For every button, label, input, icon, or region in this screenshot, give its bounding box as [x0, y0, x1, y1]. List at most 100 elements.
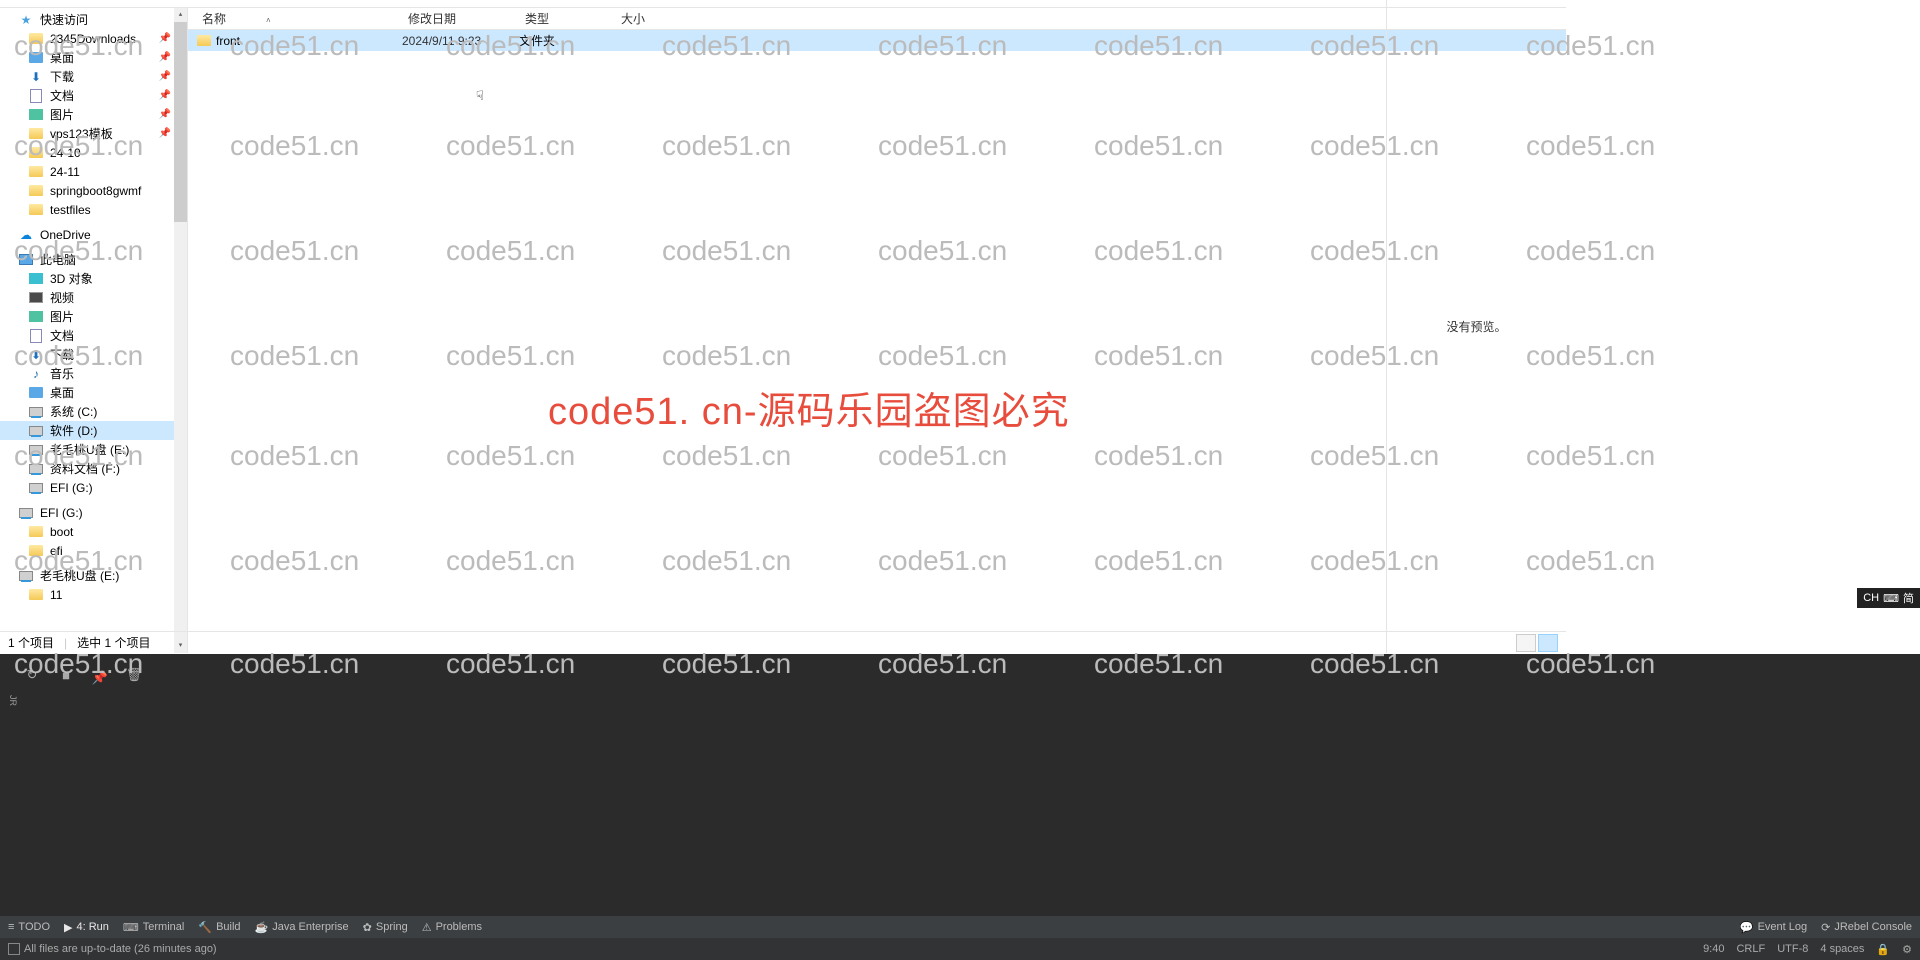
nav-item-label: 桌面	[50, 384, 74, 401]
nav-item-label: 图片	[50, 308, 74, 325]
ide-panel: JR Web ↻ ■ 📌 🗑 ≡ TODO ▶ 4: Run ⌨ Terminal 🔨…	[0, 654, 1920, 960]
ide-tab-Spring[interactable]: ✿ Spring	[363, 921, 408, 934]
ide-lock-icon[interactable]: 🔒	[1876, 943, 1890, 956]
col-type[interactable]: 类型	[519, 10, 615, 27]
nav-item-label: springboot8gwmf	[50, 184, 141, 198]
ide-tab-jrebel[interactable]: JR	[8, 695, 18, 706]
file-type: 文件夹	[519, 32, 615, 49]
nav-label: OneDrive	[40, 228, 91, 242]
ide-status-sep[interactable]: CRLF	[1736, 943, 1765, 955]
view-details-button[interactable]	[1516, 634, 1536, 652]
fld-icon	[28, 31, 44, 47]
desk-icon	[28, 385, 44, 401]
ide-tab-4-Run[interactable]: ▶ 4: Run	[64, 921, 109, 934]
nav-usb-drive[interactable]: 老毛桃U盘 (E:)	[0, 566, 187, 585]
nav-item-桌面[interactable]: 桌面📌	[0, 48, 187, 67]
nav-item-boot[interactable]: boot	[0, 522, 187, 541]
nav-item-efi[interactable]: efi	[0, 541, 187, 560]
nav-item-文档[interactable]: 文档📌	[0, 86, 187, 105]
ide-left-tabs: JR Web	[0, 660, 18, 740]
ime-mode-icon: ⌨	[1883, 592, 1899, 605]
scroll-up-button[interactable]: ▴	[174, 8, 187, 22]
nav-item-label: 3D 对象	[50, 270, 93, 287]
nav-quick-access[interactable]: ★ 快速访问	[0, 10, 187, 29]
nav-item-图片[interactable]: 图片	[0, 307, 187, 326]
nav-item-下载[interactable]: ⬇下载📌	[0, 67, 187, 86]
fld-icon	[28, 145, 44, 161]
nav-item-EFI (G:)[interactable]: EFI (G:)	[0, 478, 187, 497]
drv-icon	[28, 442, 44, 458]
doc-icon	[28, 328, 44, 344]
pic-icon	[28, 309, 44, 325]
nav-item-24-11[interactable]: 24-11	[0, 162, 187, 181]
nav-scrollbar[interactable]: ▴ ▾	[174, 8, 187, 653]
nav-item-资料文档 (F:)[interactable]: 资料文档 (F:)	[0, 459, 187, 478]
nav-item-系统 (C:)[interactable]: 系统 (C:)	[0, 402, 187, 421]
file-rows[interactable]: front2024/9/11 9:23文件夹 ☟	[188, 30, 1566, 653]
ide-toolbar: ↻ ■ 📌 🗑	[22, 662, 144, 688]
ide-tab-Build[interactable]: 🔨 Build	[198, 921, 240, 934]
col-name[interactable]: 名称˄	[196, 10, 402, 27]
ide-tab-Terminal[interactable]: ⌨ Terminal	[123, 921, 184, 934]
nav-item-label: 文档	[50, 327, 74, 344]
file-row[interactable]: front2024/9/11 9:23文件夹	[188, 30, 1566, 51]
scroll-thumb[interactable]	[174, 22, 187, 222]
navigation-pane[interactable]: ★ 快速访问 2345Downloads📌桌面📌⬇下载📌文档📌图片📌vps123…	[0, 8, 188, 653]
tab-icon: 🔨	[198, 921, 212, 934]
col-date[interactable]: 修改日期	[402, 10, 519, 27]
ime-indicator[interactable]: CH ⌨ 简	[1857, 588, 1920, 608]
nav-item-24-10[interactable]: 24-10	[0, 143, 187, 162]
rerun-button[interactable]: ↻	[22, 665, 42, 685]
status-bar: 1 个项目 | 选中 1 个项目	[0, 631, 1566, 653]
tab-icon: ⟳	[1821, 921, 1830, 934]
nav-onedrive[interactable]: ☁ OneDrive	[0, 225, 187, 244]
fld-icon	[28, 164, 44, 180]
nav-item-桌面[interactable]: 桌面	[0, 383, 187, 402]
stop-button[interactable]: ■	[56, 665, 76, 685]
tab-icon: ⚠	[422, 921, 432, 934]
nav-item-软件 (D:)[interactable]: 软件 (D:)	[0, 421, 187, 440]
ide-status-enc[interactable]: UTF-8	[1777, 943, 1808, 955]
ide-status-pos[interactable]: 9:40	[1703, 943, 1724, 955]
cloud-icon: ☁	[18, 227, 34, 243]
ide-status-indent[interactable]: 4 spaces	[1820, 943, 1864, 955]
nav-item-视频[interactable]: 视频	[0, 288, 187, 307]
status-selection: 选中 1 个项目	[77, 634, 150, 651]
ide-settings-icon[interactable]: ⚙	[1902, 943, 1912, 956]
nav-item-label: 软件 (D:)	[50, 422, 97, 439]
pin-icon: 📌	[159, 109, 171, 120]
ide-tab-Java-Enterprise[interactable]: ☕ Java Enterprise	[255, 921, 349, 934]
nav-item-音乐[interactable]: ♪音乐	[0, 364, 187, 383]
view-icons-button[interactable]	[1538, 634, 1558, 652]
nav-item-老毛桃U盘 (E:)[interactable]: 老毛桃U盘 (E:)	[0, 440, 187, 459]
explorer-top-border	[0, 0, 1566, 8]
nav-item-testfiles[interactable]: testfiles	[0, 200, 187, 219]
pin-button[interactable]: 📌	[90, 668, 110, 688]
vid-icon	[28, 290, 44, 306]
nav-item-springboot8gwmf[interactable]: springboot8gwmf	[0, 181, 187, 200]
nav-item-文档[interactable]: 文档	[0, 326, 187, 345]
ide-tab-Event-Log[interactable]: 💬 Event Log	[1740, 921, 1807, 934]
nav-item-11[interactable]: 11	[0, 585, 187, 604]
desk-icon	[28, 50, 44, 66]
ide-tab-JRebel-Console[interactable]: ⟳ JRebel Console	[1821, 921, 1912, 934]
ide-tab-Problems[interactable]: ⚠ Problems	[422, 921, 482, 934]
status-checkbox[interactable]	[8, 943, 20, 955]
nav-this-pc[interactable]: 此电脑	[0, 250, 187, 269]
nav-item-下载[interactable]: ⬇下载	[0, 345, 187, 364]
nav-item-3D 对象[interactable]: 3D 对象	[0, 269, 187, 288]
download-icon: ⬇	[28, 69, 44, 85]
col-size[interactable]: 大小	[615, 10, 675, 27]
nav-item-2345Downloads[interactable]: 2345Downloads📌	[0, 29, 187, 48]
delete-button[interactable]: 🗑	[124, 665, 144, 685]
drv-icon	[28, 461, 44, 477]
folder-icon	[196, 33, 212, 49]
ide-tab-TODO[interactable]: ≡ TODO	[8, 921, 50, 934]
nav-item-label: EFI (G:)	[50, 481, 93, 495]
nav-item-图片[interactable]: 图片📌	[0, 105, 187, 124]
nav-efi-drive[interactable]: EFI (G:)	[0, 503, 187, 522]
star-icon: ★	[18, 12, 34, 28]
fld-icon	[28, 543, 44, 559]
pc-icon	[18, 252, 34, 268]
nav-item-vps123模板[interactable]: vps123模板📌	[0, 124, 187, 143]
